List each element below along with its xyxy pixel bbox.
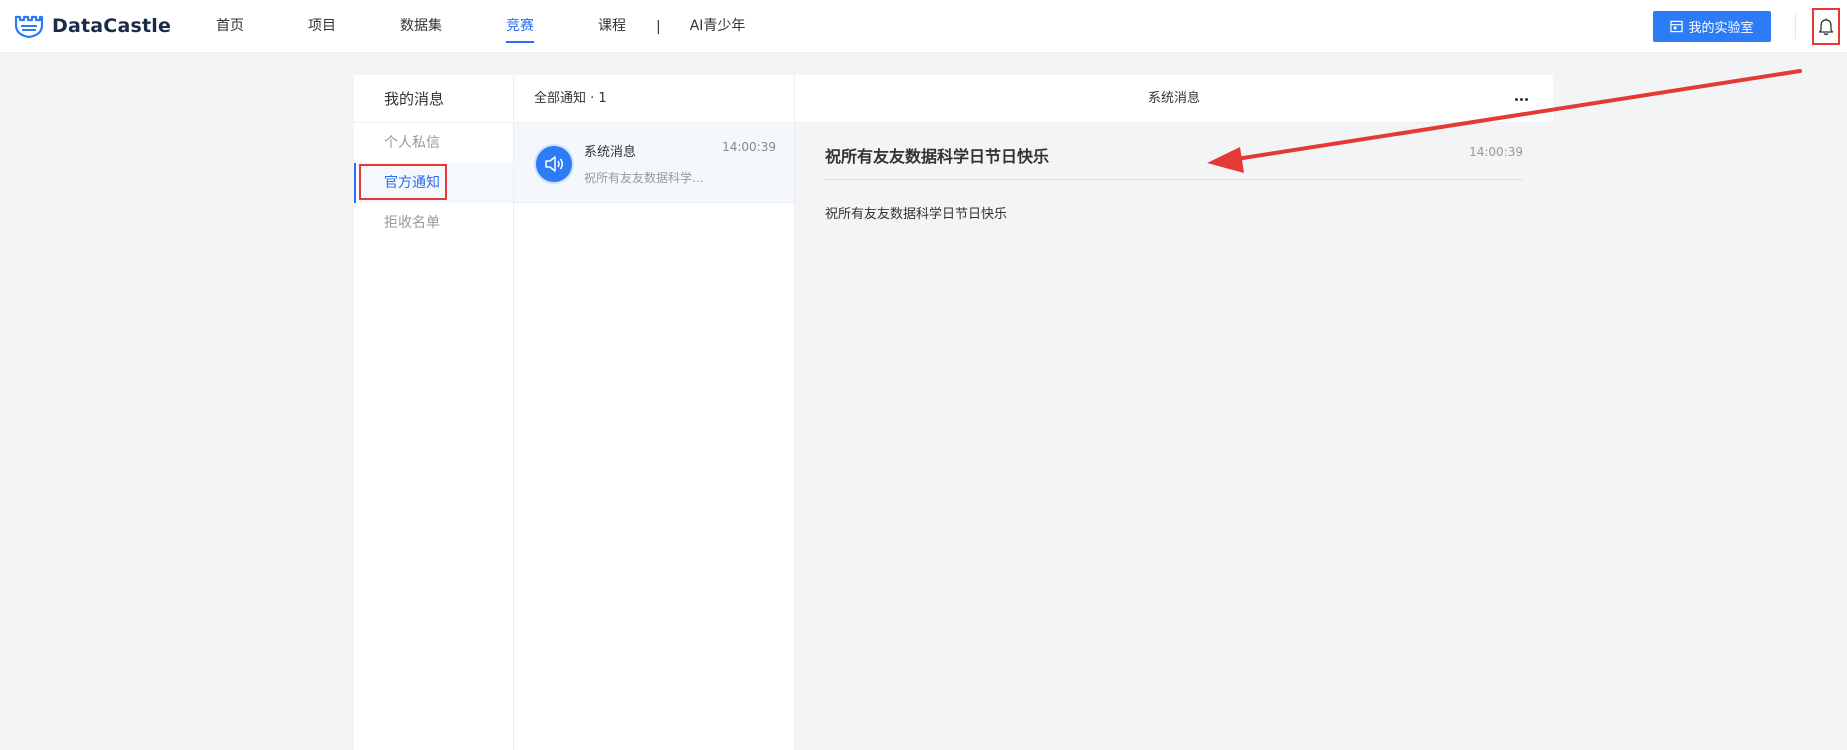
- my-lab-label: 我的实验室: [1688, 21, 1754, 36]
- speaker-icon: [545, 156, 563, 172]
- sidebar-item-private-messages[interactable]: 个人私信: [354, 123, 513, 163]
- sidebar-item-blocklist[interactable]: 拒收名单: [354, 203, 513, 243]
- nav-item-projects[interactable]: 项目: [308, 0, 336, 53]
- top-navbar: DataCastle 首页 项目 数据集 竞赛 课程 | AI青少年 我的实验室: [0, 0, 1847, 53]
- sidebar-item-official-notices[interactable]: 官方通知: [354, 163, 513, 203]
- message-list: 全部通知 · 1 系统消息 14:00:39 祝所有友友数据科学...: [514, 75, 795, 750]
- message-title: 系统消息: [584, 145, 637, 160]
- detail-time: 14:00:39: [1469, 145, 1523, 159]
- brand-name: DataCastle: [52, 15, 172, 37]
- main-nav: 首页 项目 数据集 竞赛 课程 | AI青少年: [216, 0, 745, 53]
- castle-logo-icon: [14, 15, 44, 38]
- calendar-icon: [1670, 20, 1684, 33]
- list-item[interactable]: 系统消息 14:00:39 祝所有友友数据科学...: [514, 123, 794, 203]
- bell-icon: [1818, 18, 1834, 35]
- detail-header-title: 系统消息: [1147, 91, 1200, 106]
- nav-separator: |: [656, 18, 661, 35]
- detail-title: 祝所有友友数据科学日节日快乐: [825, 147, 1050, 166]
- toolbar-divider: [1795, 14, 1796, 39]
- detail-divider: [825, 179, 1523, 180]
- list-header: 全部通知 · 1: [514, 75, 794, 123]
- avatar: [534, 144, 574, 184]
- nav-item-datasets[interactable]: 数据集: [400, 0, 442, 53]
- detail-header: 系统消息: [795, 75, 1553, 123]
- message-sidebar: 我的消息 个人私信 官方通知 拒收名单: [354, 75, 514, 750]
- nav-item-courses[interactable]: 课程: [598, 0, 626, 53]
- more-icon[interactable]: [1513, 91, 1531, 107]
- sidebar-title: 我的消息: [354, 75, 513, 123]
- message-preview: 祝所有友友数据科学...: [584, 171, 704, 185]
- message-time: 14:00:39: [722, 140, 776, 154]
- nav-item-home[interactable]: 首页: [216, 0, 244, 53]
- sidebar-item-label: 官方通知: [384, 175, 440, 191]
- notification-bell-button[interactable]: [1812, 8, 1840, 45]
- detail-body: 祝所有友友数据科学日节日快乐: [825, 207, 1008, 222]
- my-lab-button[interactable]: 我的实验室: [1653, 11, 1771, 42]
- brand-logo[interactable]: DataCastle: [14, 13, 171, 39]
- nav-item-competitions[interactable]: 竞赛: [506, 0, 534, 53]
- nav-item-ai-youth[interactable]: AI青少年: [690, 0, 746, 53]
- message-detail: 系统消息 祝所有友友数据科学日节日快乐 14:00:39 祝所有友友数据科学日节…: [795, 75, 1553, 750]
